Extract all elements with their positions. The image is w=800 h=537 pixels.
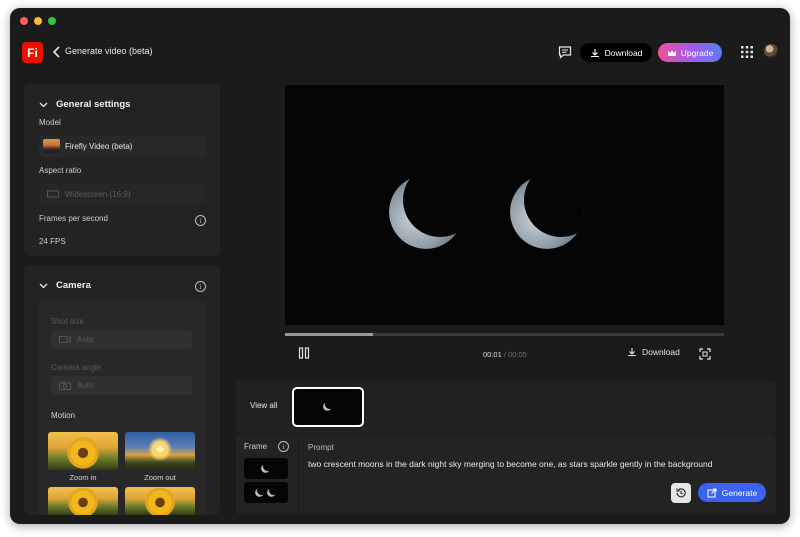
model-select[interactable]: Firefly Video (beta) (39, 135, 206, 157)
crown-icon (667, 49, 676, 56)
motion-label: Motion (51, 411, 76, 420)
motion-option-thumbnail[interactable] (125, 487, 195, 515)
chevron-down-icon (39, 283, 48, 288)
pause-icon[interactable] (298, 347, 310, 359)
frame-label: Frame (244, 442, 268, 451)
widescreen-icon (47, 190, 59, 198)
camera-title: Camera (56, 280, 91, 291)
shot-size-value: Auto (77, 335, 94, 344)
motion-zoom-in-thumbnail[interactable] (48, 432, 118, 470)
page-title: Generate video (beta) (65, 46, 153, 56)
duration: / 00:05 (503, 350, 527, 359)
generate-icon (707, 488, 717, 497)
back-arrow-icon[interactable] (50, 45, 64, 59)
history-thumbnail-selected[interactable] (292, 387, 364, 427)
maximize-window-button[interactable] (48, 17, 56, 25)
motion-zoom-out-label: Zoom out (144, 473, 176, 482)
model-label: Model (39, 118, 61, 127)
camera-info-icon[interactable]: i (195, 281, 206, 292)
app-header: Fi Generate video (beta) Download Upgrad… (10, 36, 790, 72)
aspect-ratio-select[interactable]: Widescreen (16:9) (39, 183, 206, 205)
camera-angle-value: Auto (77, 381, 94, 390)
general-settings-header[interactable]: General settings (39, 99, 130, 110)
camera-icon (59, 381, 71, 390)
user-avatar[interactable] (764, 44, 778, 58)
download-button[interactable]: Download (580, 43, 652, 62)
video-download-label: Download (642, 347, 680, 357)
frame-end-thumbnail[interactable] (244, 482, 288, 503)
window-controls (20, 17, 56, 25)
general-settings-card: General settings Model Firefly Video (be… (24, 84, 220, 256)
crescent-moon-right (510, 175, 584, 249)
camera-header[interactable]: Camera (39, 280, 91, 291)
aspect-ratio-value: Widescreen (16:9) (65, 189, 131, 199)
shot-size-select[interactable]: Auto (51, 330, 192, 349)
model-thumbnail (43, 139, 60, 153)
upgrade-label: Upgrade (680, 47, 714, 58)
camera-card: Camera i Shot size Auto Camera angle Aut… (24, 265, 220, 515)
camera-angle-select[interactable]: Auto (51, 376, 192, 395)
download-icon (628, 348, 636, 357)
divider (298, 434, 299, 514)
app-window: Fi Generate video (beta) Download Upgrad… (10, 8, 790, 524)
current-time: 00:01 (483, 350, 502, 359)
chevron-down-icon (39, 102, 48, 107)
upgrade-button[interactable]: Upgrade (658, 43, 722, 62)
fps-label: Frames per second (39, 214, 108, 223)
view-all-link[interactable]: View all (250, 401, 277, 410)
prompt-input[interactable]: two crescent moons in the dark night sky… (308, 459, 768, 469)
camera-options: Shot size Auto Camera angle Auto Motion … (39, 301, 206, 515)
download-label: Download (604, 47, 643, 58)
fps-value: 24 FPS (39, 237, 66, 246)
playback-time: 00:01 / 00:05 (483, 350, 527, 359)
video-preview[interactable] (285, 85, 724, 325)
camera-angle-label: Camera angle (51, 363, 102, 372)
frame-info-icon[interactable]: i (278, 441, 289, 452)
video-camera-icon (59, 336, 71, 343)
shot-size-label: Shot size (51, 317, 84, 326)
generation-history-strip: View all (236, 381, 776, 433)
prompt-panel: Frame i Prompt two crescent moons in the… (236, 434, 776, 514)
fullscreen-icon[interactable] (699, 348, 711, 360)
prompt-history-button[interactable] (671, 483, 691, 503)
minimize-window-button[interactable] (34, 17, 42, 25)
model-value: Firefly Video (beta) (65, 141, 133, 151)
settings-panel: General settings Model Firefly Video (be… (24, 84, 220, 515)
aspect-ratio-label: Aspect ratio (39, 166, 82, 175)
firefly-logo[interactable]: Fi (22, 42, 43, 63)
crescent-moon-left (389, 175, 463, 249)
generate-label: Generate (721, 487, 758, 498)
apps-grid-icon[interactable] (741, 46, 753, 58)
frame-start-thumbnail[interactable] (244, 458, 288, 479)
history-icon (676, 488, 686, 498)
prompt-label: Prompt (308, 443, 334, 452)
progress-bar[interactable] (285, 333, 724, 336)
general-settings-title: General settings (56, 99, 131, 110)
generate-button[interactable]: Generate (698, 483, 766, 502)
fps-info-icon[interactable]: i (195, 215, 206, 226)
feedback-icon[interactable] (557, 44, 573, 60)
motion-zoom-out-thumbnail[interactable] (125, 432, 195, 470)
progress-fill (285, 333, 373, 336)
motion-zoom-in-label: Zoom in (69, 473, 97, 482)
player-controls: 00:01 / 00:05 Download (285, 325, 724, 370)
download-icon (590, 48, 599, 57)
close-window-button[interactable] (20, 17, 28, 25)
motion-option-thumbnail[interactable] (48, 487, 118, 515)
video-download-button[interactable]: Download (627, 347, 680, 357)
